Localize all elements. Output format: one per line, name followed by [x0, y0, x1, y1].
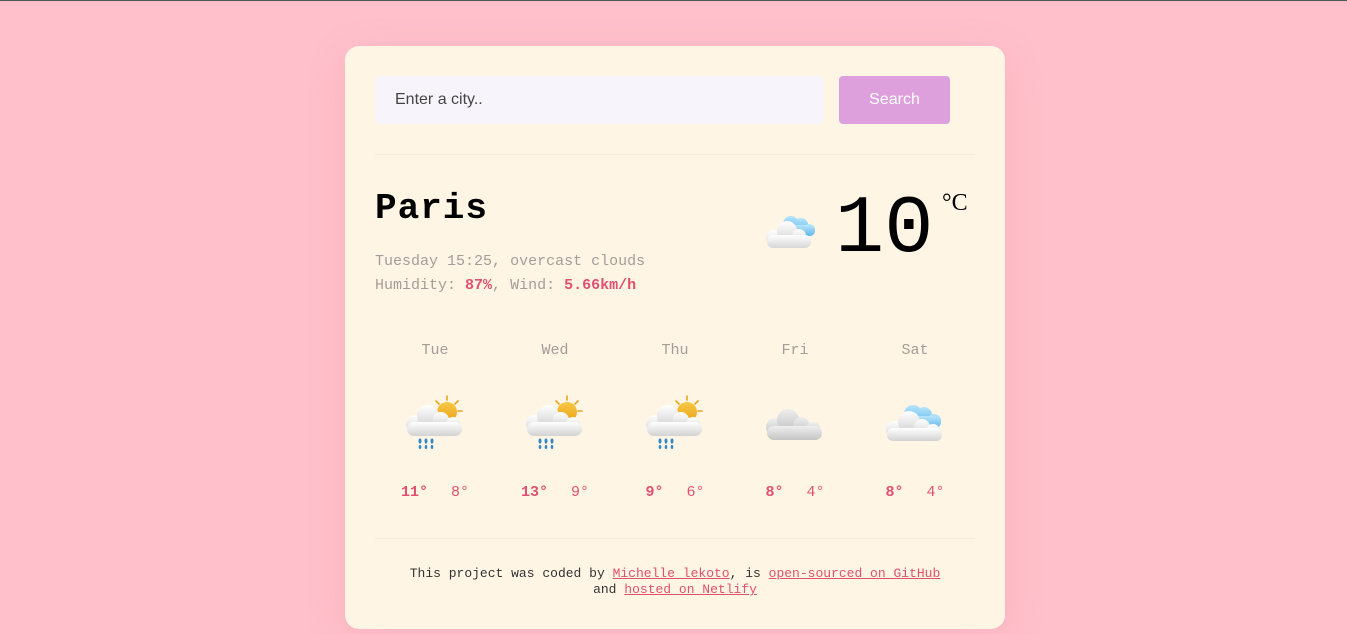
footer: This project was coded by Michelle lekot…	[345, 566, 1005, 598]
search-form: Search	[375, 76, 950, 124]
forecast-min: 6°	[686, 484, 705, 501]
footer-text: and	[593, 582, 617, 597]
humidity-label: Humidity:	[375, 277, 457, 294]
current-description: overcast clouds	[510, 253, 646, 270]
wind-value: 5.66km/h	[564, 277, 637, 294]
forecast-day-name: Sat	[901, 342, 929, 359]
forecast-max: 8°	[765, 484, 784, 501]
forecast-min: 4°	[926, 484, 945, 501]
humidity-wind-line: Humidity: 87%, Wind: 5.66km/h	[375, 277, 637, 294]
forecast-day: Wed 13° 9°	[495, 342, 615, 512]
divider	[375, 154, 975, 155]
forecast-temperatures: 8° 4°	[735, 484, 855, 501]
current-temperature: 10	[835, 183, 934, 276]
netlify-link[interactable]: hosted on Netlify	[624, 582, 757, 597]
temperature-unit: °C	[942, 190, 968, 216]
forecast-max: 11°	[400, 484, 428, 501]
top-border	[0, 0, 1347, 1]
few-clouds-icon	[883, 394, 947, 452]
current-day: Tuesday	[375, 253, 439, 270]
sun-rain-icon	[643, 394, 707, 452]
few-clouds-icon	[766, 216, 815, 248]
divider	[375, 538, 975, 539]
sun-rain-icon	[523, 394, 587, 452]
forecast-temperatures: 11° 8°	[375, 484, 495, 501]
forecast-day: Fri 8° 4°	[735, 342, 855, 512]
forecast-max: 9°	[645, 484, 664, 501]
forecast-day: Tue 11° 8°	[375, 342, 495, 512]
forecast-min: 9°	[571, 484, 590, 501]
forecast-day: Sat 8° 4°	[855, 342, 975, 512]
current-details: Tuesday 15:25, overcast clouds Humidity:…	[375, 250, 645, 298]
cloud-icon	[763, 394, 827, 452]
forecast-min: 4°	[806, 484, 825, 501]
footer-text: , is	[729, 566, 761, 581]
wind-label: Wind:	[510, 277, 556, 294]
forecast-day-name: Thu	[661, 342, 689, 359]
search-button[interactable]: Search	[839, 76, 950, 124]
forecast-day: Thu 9° 6°	[615, 342, 735, 512]
sun-rain-icon	[403, 394, 467, 452]
date-description-line: Tuesday 15:25, overcast clouds	[375, 253, 646, 270]
author-link[interactable]: Michelle lekoto	[613, 566, 730, 581]
forecast-temperatures: 8° 4°	[855, 484, 975, 501]
forecast-day-name: Tue	[421, 342, 449, 359]
current-time: 15:25	[447, 253, 493, 270]
forecast-day-name: Fri	[781, 342, 809, 359]
forecast-temperatures: 13° 9°	[495, 484, 615, 501]
github-link[interactable]: open-sourced on GitHub	[769, 566, 941, 581]
forecast-max: 8°	[885, 484, 904, 501]
forecast-temperatures: 9° 6°	[615, 484, 735, 501]
humidity-value: 87%	[465, 277, 493, 294]
search-input[interactable]	[375, 76, 824, 124]
forecast-day-name: Wed	[541, 342, 569, 359]
forecast-min: 8°	[451, 484, 470, 501]
forecast-max: 13°	[520, 484, 548, 501]
weather-card: Search Paris Tuesday 15:25, overcast clo…	[345, 46, 1005, 629]
footer-text: This project was coded by	[409, 566, 605, 581]
city-name: Paris	[375, 188, 489, 229]
forecast: Tue 11° 8° Wed 13° 9° Thu 9° 6° Fri 8° 4…	[375, 342, 975, 512]
